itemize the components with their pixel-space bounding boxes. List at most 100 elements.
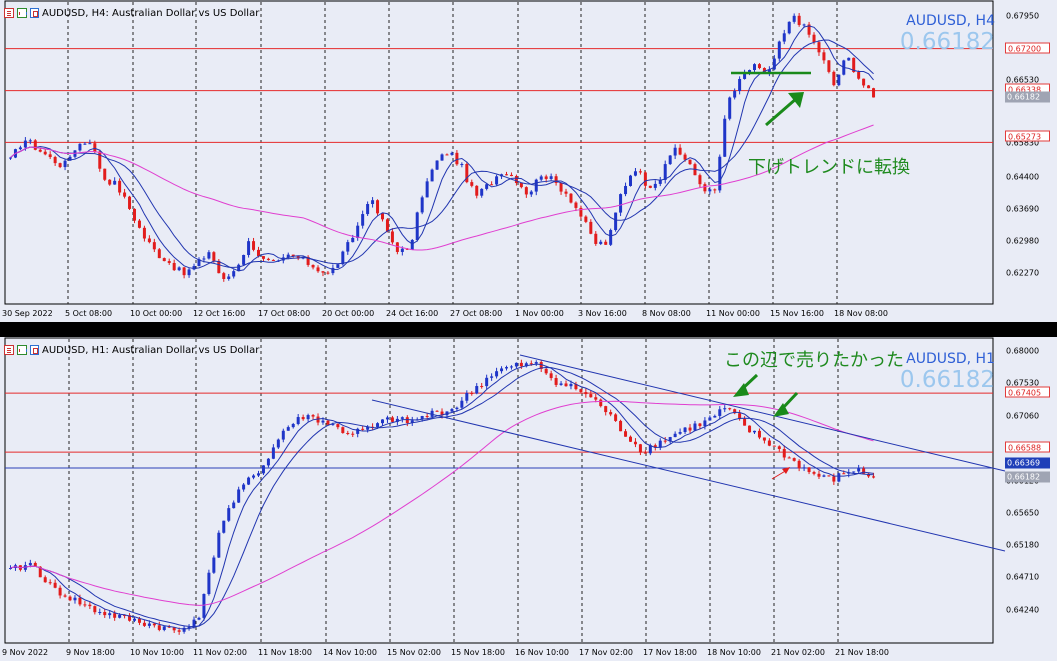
h1-candle-body bbox=[529, 363, 533, 365]
h4-candle-body bbox=[162, 258, 166, 262]
h1-candle-body bbox=[425, 416, 429, 418]
h4-y-tick: 0.62270 bbox=[1006, 268, 1040, 278]
h4-candle-body bbox=[475, 185, 479, 196]
h4-candle-body bbox=[624, 185, 628, 195]
h1-candle-body bbox=[242, 484, 246, 490]
h4-candle-body bbox=[88, 143, 92, 145]
h1-candle-body bbox=[614, 414, 618, 421]
h4-candle-body bbox=[450, 152, 454, 155]
h4-candle-body bbox=[797, 15, 801, 25]
h1-candle-body bbox=[842, 473, 846, 475]
h4-candle-body bbox=[420, 197, 424, 213]
h4-candle-body bbox=[108, 179, 112, 185]
h1-candle-body bbox=[604, 406, 608, 413]
h1-candle-body bbox=[519, 362, 523, 367]
h1-y-tick: 0.64710 bbox=[1006, 572, 1040, 582]
h4-candle-body bbox=[787, 21, 791, 34]
h4-candle-body bbox=[371, 200, 375, 205]
h1-candle-body bbox=[197, 617, 201, 620]
h1-x-tick: 11 Nov 02:00 bbox=[193, 648, 247, 657]
h4-y-tick: 0.62980 bbox=[1006, 236, 1040, 246]
h1-candle-body bbox=[311, 415, 315, 417]
h4-x-tick: 10 Oct 00:00 bbox=[130, 309, 183, 318]
h4-candle-body bbox=[495, 176, 499, 185]
h1-candle-body bbox=[455, 407, 459, 410]
h4-candle-body bbox=[48, 154, 52, 158]
h1-candle-body bbox=[787, 457, 791, 459]
h1-candle-body bbox=[594, 397, 598, 400]
h4-chart-panel[interactable]: AUDUSD, H4: Australian Dollar vs US Doll… bbox=[0, 0, 1057, 322]
h4-y-tick: 0.64400 bbox=[1006, 172, 1040, 182]
h1-candle-body bbox=[237, 489, 241, 503]
h4-candle-body bbox=[222, 273, 226, 279]
h4-x-tick: 24 Oct 16:00 bbox=[386, 309, 439, 318]
h1-candle-body bbox=[147, 623, 151, 626]
h1-candle-body bbox=[281, 430, 285, 440]
h1-candle-body bbox=[495, 371, 499, 377]
chart-window-icon[interactable] bbox=[30, 8, 39, 18]
h4-candle-body bbox=[385, 219, 389, 232]
h4-x-tick: 15 Nov 16:00 bbox=[770, 309, 824, 318]
h4-candle-body bbox=[663, 164, 667, 180]
h1-candle-body bbox=[301, 417, 305, 420]
h1-candle-body bbox=[247, 477, 251, 485]
h1-candle-body bbox=[559, 383, 563, 385]
h4-candle-body bbox=[757, 64, 761, 69]
h1-candle-body bbox=[832, 476, 836, 482]
h1-price-tag: 0.66369 bbox=[1005, 457, 1050, 469]
chart-type-icon[interactable] bbox=[17, 345, 27, 355]
chart-type-icon[interactable] bbox=[17, 8, 27, 18]
h1-x-tick: 15 Nov 02:00 bbox=[387, 648, 441, 657]
h4-candle-body bbox=[827, 60, 831, 72]
h4-candle-body bbox=[410, 240, 414, 250]
h1-candle-body bbox=[797, 460, 801, 469]
h4-candle-body bbox=[311, 264, 315, 268]
h4-x-tick: 27 Oct 08:00 bbox=[450, 309, 503, 318]
h4-candle-body bbox=[802, 24, 806, 26]
h1-candle-body bbox=[708, 417, 712, 421]
h4-candle-body bbox=[544, 176, 548, 179]
h1-candle-body bbox=[326, 420, 330, 425]
h1-candle-body bbox=[48, 582, 52, 584]
h4-x-tick: 18 Nov 08:00 bbox=[834, 309, 888, 318]
h1-candle-body bbox=[162, 626, 166, 630]
h4-candle-body bbox=[832, 71, 836, 86]
h1-candle-body bbox=[698, 423, 702, 427]
h1-candle-body bbox=[306, 415, 310, 420]
h1-chart-canvas[interactable] bbox=[0, 337, 1057, 661]
h1-candle-body bbox=[514, 362, 518, 367]
h1-candle-body bbox=[58, 587, 62, 596]
h1-candle-body bbox=[475, 386, 479, 394]
h4-candle-body bbox=[753, 64, 756, 71]
h4-candle-body bbox=[455, 152, 459, 165]
h1-candle-body bbox=[490, 376, 494, 378]
h4-candle-body bbox=[202, 258, 206, 260]
chart-menu-icon[interactable] bbox=[4, 8, 14, 18]
h1-candle-body bbox=[688, 427, 692, 431]
h4-candle-body bbox=[614, 212, 618, 231]
h1-candle-body bbox=[619, 420, 623, 432]
h1-candle-body bbox=[296, 417, 300, 424]
h4-candle-body bbox=[43, 151, 47, 155]
h1-candle-body bbox=[207, 572, 211, 595]
h4-candle-body bbox=[266, 258, 270, 260]
chart-menu-icon[interactable] bbox=[4, 345, 14, 355]
chart-window-icon[interactable] bbox=[30, 345, 39, 355]
h1-candle-body bbox=[93, 606, 97, 613]
h1-candle-body bbox=[723, 408, 727, 410]
h1-candle-body bbox=[713, 415, 717, 418]
h1-candle-body bbox=[400, 417, 404, 419]
h1-candle-body bbox=[480, 386, 484, 388]
h1-candle-body bbox=[564, 383, 568, 387]
h1-candle-body bbox=[579, 389, 583, 393]
h4-candle-body bbox=[589, 221, 593, 234]
h4-candle-body bbox=[703, 184, 707, 192]
h4-candle-body bbox=[152, 242, 156, 250]
h1-y-tick: 0.68000 bbox=[1006, 346, 1040, 356]
h4-candle-body bbox=[346, 242, 350, 252]
h4-candle-body bbox=[187, 269, 191, 276]
h4-price-tag: 0.66182 bbox=[1005, 91, 1050, 103]
h1-chart-panel[interactable]: AUDUSD, H1: Australian Dollar vs US Doll… bbox=[0, 337, 1057, 661]
h4-chart-header: AUDUSD, H4: Australian Dollar vs US Doll… bbox=[4, 6, 259, 20]
h4-annotation: 下げトレンドに転換 bbox=[748, 157, 910, 178]
